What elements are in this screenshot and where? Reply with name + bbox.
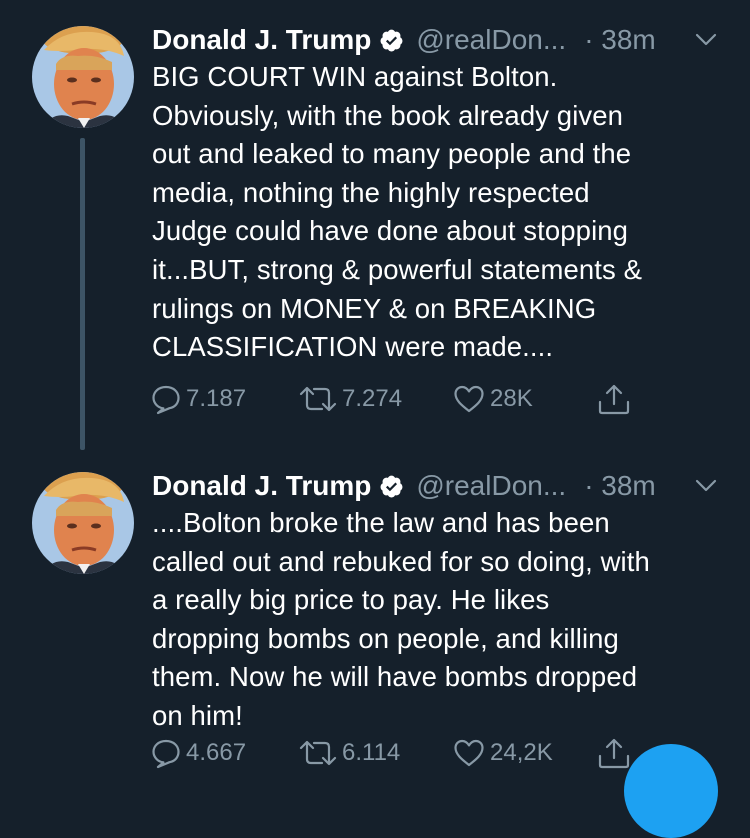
like-count: 24,2K [490, 739, 553, 766]
share-upload-icon [598, 384, 630, 415]
author-handle[interactable]: @realDon... [416, 470, 566, 502]
tweet-timestamp[interactable]: · 38m [584, 24, 656, 56]
speech-bubble-icon [152, 385, 180, 415]
like-button[interactable]: 28K [452, 381, 533, 417]
tweet-timestamp[interactable]: · 38m [584, 470, 656, 502]
heart-icon [454, 385, 484, 413]
tweet-header: Donald J. Trump @realDon... · 38m [152, 20, 656, 60]
like-count: 28K [490, 385, 533, 412]
reply-button[interactable]: 4.667 [150, 735, 246, 771]
share-upload-icon [598, 738, 630, 769]
reply-button[interactable]: 7.187 [150, 381, 246, 417]
verified-badge-icon [379, 28, 404, 53]
retweet-count: 6.114 [342, 739, 401, 766]
compose-tweet-button[interactable] [624, 744, 718, 838]
verified-badge-icon [379, 474, 404, 499]
retweet-button[interactable]: 6.114 [298, 735, 400, 771]
tweet-actions: 7.187 7.274 28K [150, 381, 750, 417]
reply-count: 4.667 [186, 739, 247, 766]
reply-count: 7.187 [186, 385, 247, 412]
tweet-text: ....Bolton broke the law and has been ca… [152, 507, 650, 731]
retweet-button[interactable]: 7.274 [298, 381, 402, 417]
avatar[interactable] [32, 472, 134, 574]
retweet-count: 7.274 [342, 385, 403, 412]
author-handle[interactable]: @realDon... [416, 24, 566, 56]
retweet-arrows-icon [299, 740, 337, 766]
heart-icon [454, 739, 484, 767]
tweet-thread: Donald J. Trump @realDon... · 38m BIG CO… [0, 0, 750, 838]
author-name[interactable]: Donald J. Trump [152, 24, 371, 56]
thread-connector-line [80, 138, 85, 450]
author-name[interactable]: Donald J. Trump [152, 470, 371, 502]
share-button[interactable] [596, 381, 632, 417]
retweet-arrows-icon [299, 386, 337, 412]
tweet-text: BIG COURT WIN against Bolton. Obviously,… [152, 61, 643, 363]
chevron-down-icon[interactable] [694, 32, 718, 48]
chevron-down-icon[interactable] [694, 478, 718, 494]
share-button[interactable] [596, 735, 632, 771]
avatar[interactable] [32, 26, 134, 128]
tweet-header: Donald J. Trump @realDon... · 38m [152, 466, 656, 506]
like-button[interactable]: 24,2K [452, 735, 553, 771]
speech-bubble-icon [152, 739, 180, 769]
